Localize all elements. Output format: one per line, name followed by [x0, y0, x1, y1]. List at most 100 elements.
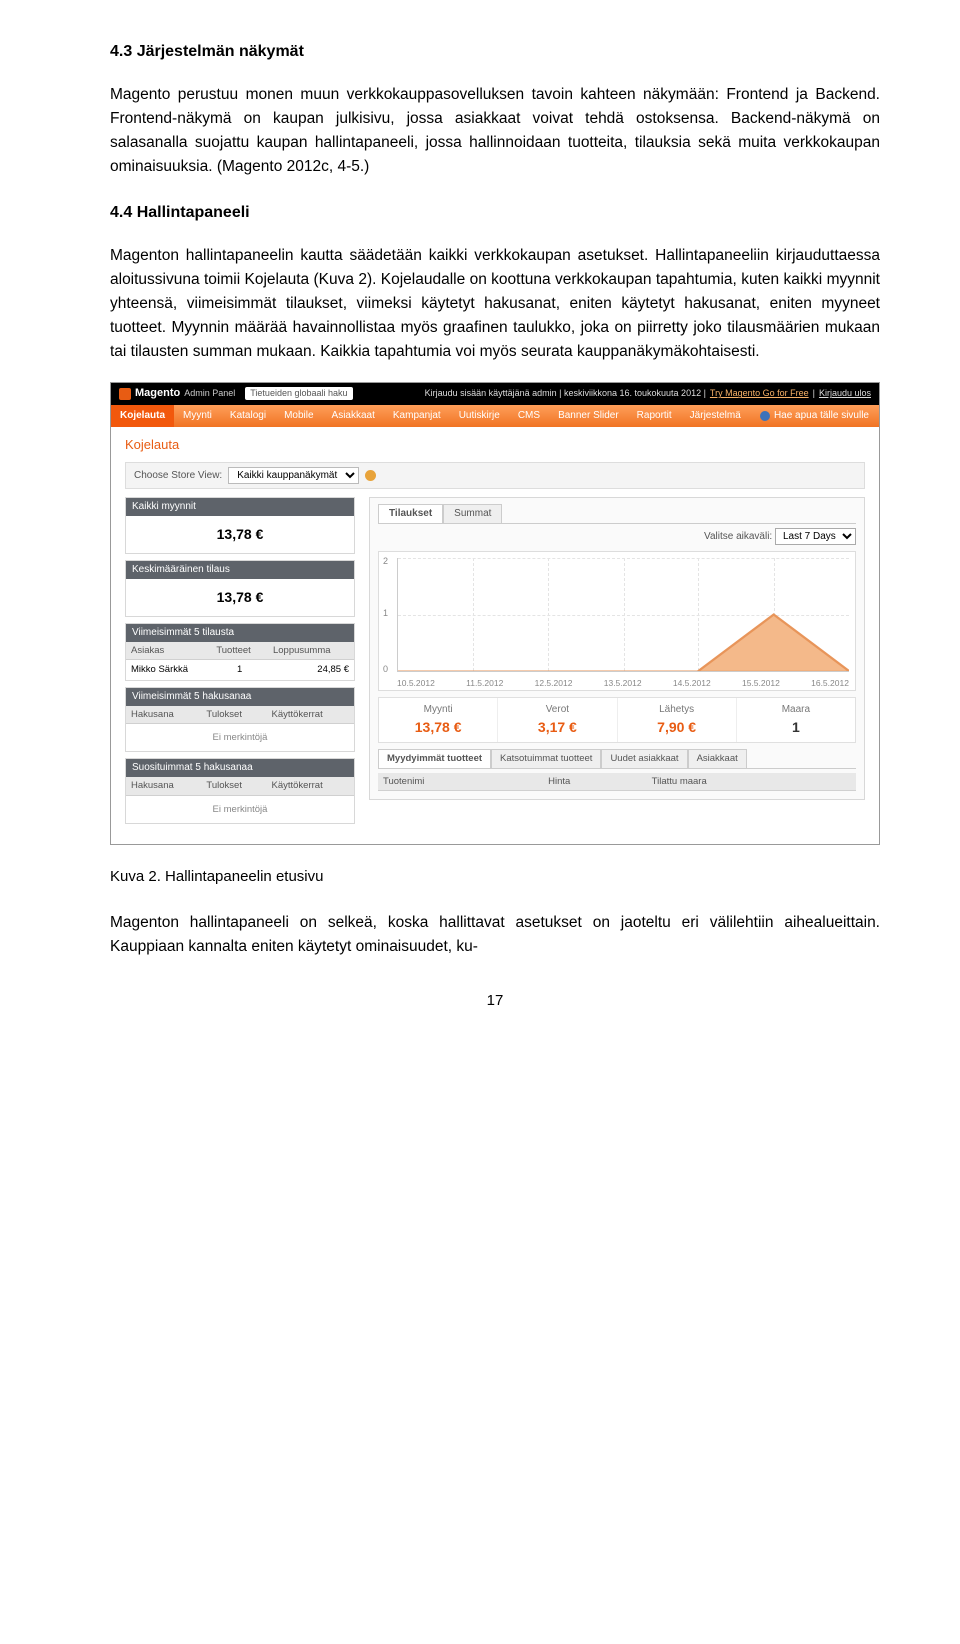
- brand-name: Magento: [135, 387, 180, 400]
- tab-newcustomers[interactable]: Uudet asiakkaat: [601, 749, 687, 767]
- metric-value: 7,90 €: [622, 719, 732, 736]
- panel-head-last-searches: Viimeisimmät 5 hakusanaa: [126, 688, 354, 706]
- help-icon: [760, 411, 770, 421]
- orders-chart: 2 1 0: [378, 551, 856, 691]
- menu-uutiskirje[interactable]: Uutiskirje: [450, 405, 509, 427]
- col-term: Hakusana: [126, 706, 201, 724]
- menu-bannerslider[interactable]: Banner Slider: [549, 405, 628, 427]
- cell-products: 1: [211, 660, 268, 680]
- panel-total-sales: Kaikki myynnit 13,78 €: [125, 497, 355, 554]
- chart-x-axis: 10.5.2012 11.5.2012 12.5.2012 13.5.2012 …: [397, 678, 849, 688]
- empty-row: Ei merkintöjä: [126, 795, 354, 823]
- metric-verot: Verot 3,17 €: [498, 698, 617, 742]
- panel-head-total-sales: Kaikki myynnit: [126, 498, 354, 516]
- range-row: Valitse aikaväli: Last 7 Days: [378, 528, 856, 545]
- y-tick-0: 0: [383, 664, 388, 675]
- bottom-table: Tuotenimi Hinta Tilattu maara: [378, 773, 856, 791]
- col-results: Tulokset: [201, 706, 266, 724]
- magento-admin-screenshot: Magento Admin Panel Tietueiden globaali …: [110, 382, 880, 846]
- menu-mobile[interactable]: Mobile: [275, 405, 322, 427]
- col-price: Hinta: [543, 773, 647, 791]
- metric-value: 3,17 €: [502, 719, 612, 736]
- store-view-select[interactable]: Kaikki kauppanäkymät: [228, 467, 359, 484]
- metric-value: 13,78 €: [383, 719, 493, 736]
- chart-tabs: Tilaukset Summat: [378, 504, 856, 524]
- menu-kojelauta[interactable]: Kojelauta: [111, 405, 174, 427]
- info-icon[interactable]: [365, 470, 376, 481]
- metric-myynti: Myynti 13,78 €: [379, 698, 498, 742]
- col-term: Hakusana: [126, 777, 201, 795]
- page-title: Kojelauta: [125, 437, 865, 453]
- x-tick: 15.5.2012: [742, 678, 780, 688]
- admin-body: Kojelauta Choose Store View: Kaikki kaup…: [111, 427, 879, 845]
- x-tick: 12.5.2012: [535, 678, 573, 688]
- empty-row: Ei merkintöjä: [126, 724, 354, 752]
- paragraph-1: Magento perustuu monen muun verkkokauppa…: [110, 83, 880, 179]
- menu-raportit[interactable]: Raportit: [628, 405, 681, 427]
- col-total: Loppusumma: [268, 642, 354, 660]
- menu-cms[interactable]: CMS: [509, 405, 549, 427]
- metric-value: 1: [741, 719, 851, 736]
- menu-kampanjat[interactable]: Kampanjat: [384, 405, 450, 427]
- panel-last-orders: Viimeisimmät 5 tilausta Asiakas Tuotteet…: [125, 623, 355, 681]
- y-tick-2: 2: [383, 556, 388, 567]
- tab-summat[interactable]: Summat: [443, 504, 502, 523]
- chart-series: [398, 558, 849, 671]
- range-select[interactable]: Last 7 Days: [775, 528, 856, 545]
- col-results: Tulokset: [201, 777, 266, 795]
- x-tick: 16.5.2012: [811, 678, 849, 688]
- paragraph-2: Magenton hallintapaneelin kautta säädetä…: [110, 244, 880, 364]
- x-tick: 10.5.2012: [397, 678, 435, 688]
- menu-myynti[interactable]: Myynti: [174, 405, 221, 427]
- chart-grid: [397, 558, 849, 672]
- menu-jarjestelma[interactable]: Järjestelmä: [681, 405, 750, 427]
- last-orders-table: Asiakas Tuotteet Loppusumma Mikko Särkkä…: [126, 642, 354, 680]
- metric-label: Myynti: [383, 704, 493, 716]
- x-tick: 11.5.2012: [466, 678, 503, 688]
- panel-avg-order: Keskimääräinen tilaus 13,78 €: [125, 560, 355, 617]
- panel-popular-searches: Suosituimmat 5 hakusanaa Hakusana Tuloks…: [125, 758, 355, 824]
- global-search[interactable]: Tietueiden globaali haku: [245, 387, 352, 400]
- avg-order-value: 13,78 €: [126, 579, 354, 616]
- tab-bestsellers[interactable]: Myydyimmät tuotteet: [378, 749, 491, 767]
- store-view-label: Choose Store View:: [134, 470, 222, 482]
- store-view-selector-row: Choose Store View: Kaikki kauppanäkymät: [125, 462, 865, 489]
- metric-label: Lähetys: [622, 704, 732, 716]
- col-uses: Käyttökerrat: [267, 706, 355, 724]
- heading-4-3: 4.3 Järjestelmän näkymät: [110, 40, 880, 65]
- total-sales-value: 13,78 €: [126, 516, 354, 553]
- magento-logo: Magento Admin Panel: [119, 387, 235, 400]
- top-links: Kirjaudu sisään käyttäjänä admin | keski…: [425, 388, 871, 399]
- heading-4-4: 4.4 Hallintapaneeli: [110, 201, 880, 226]
- try-link[interactable]: Try Magento Go for Free: [710, 388, 809, 399]
- admin-topbar: Magento Admin Panel Tietueiden globaali …: [111, 383, 879, 405]
- col-uses: Käyttökerrat: [267, 777, 355, 795]
- table-row[interactable]: Mikko Särkkä 1 24,85 €: [126, 660, 354, 680]
- login-info: Kirjaudu sisään käyttäjänä admin | keski…: [425, 388, 706, 399]
- paragraph-3: Magenton hallintapaneeli on selkeä, kosk…: [110, 911, 880, 959]
- col-name: Tuotenimi: [378, 773, 543, 791]
- metric-label: Verot: [502, 704, 612, 716]
- bottom-tabs: Myydyimmät tuotteet Katsotuimmat tuottee…: [378, 749, 856, 768]
- metric-lahetys: Lähetys 7,90 €: [618, 698, 737, 742]
- tab-customers[interactable]: Asiakkaat: [688, 749, 747, 767]
- help-label: Hae apua tälle sivulle: [774, 410, 869, 422]
- col-customer: Asiakas: [126, 642, 211, 660]
- logout-link[interactable]: Kirjaudu ulos: [819, 388, 871, 399]
- help-link[interactable]: Hae apua tälle sivulle: [760, 410, 879, 422]
- menu-asiakkaat[interactable]: Asiakkaat: [323, 405, 384, 427]
- panel-head-last-orders: Viimeisimmät 5 tilausta: [126, 624, 354, 642]
- tab-tilaukset[interactable]: Tilaukset: [378, 504, 443, 523]
- tab-mostviewed[interactable]: Katsotuimmat tuotteet: [491, 749, 601, 767]
- page-number: 17: [110, 989, 880, 1012]
- panel-head-avg-order: Keskimääräinen tilaus: [126, 561, 354, 579]
- menu-katalogi[interactable]: Katalogi: [221, 405, 275, 427]
- dashboard-right-column: Tilaukset Summat Valitse aikaväli: Last …: [369, 497, 865, 800]
- x-tick: 14.5.2012: [673, 678, 711, 688]
- last-searches-table: Hakusana Tulokset Käyttökerrat Ei merkin…: [126, 706, 354, 752]
- x-tick: 13.5.2012: [604, 678, 642, 688]
- metric-label: Maara: [741, 704, 851, 716]
- metric-maara: Maara 1: [737, 698, 855, 742]
- magento-icon: [119, 388, 131, 400]
- dashboard-left-column: Kaikki myynnit 13,78 € Keskimääräinen ti…: [125, 497, 355, 830]
